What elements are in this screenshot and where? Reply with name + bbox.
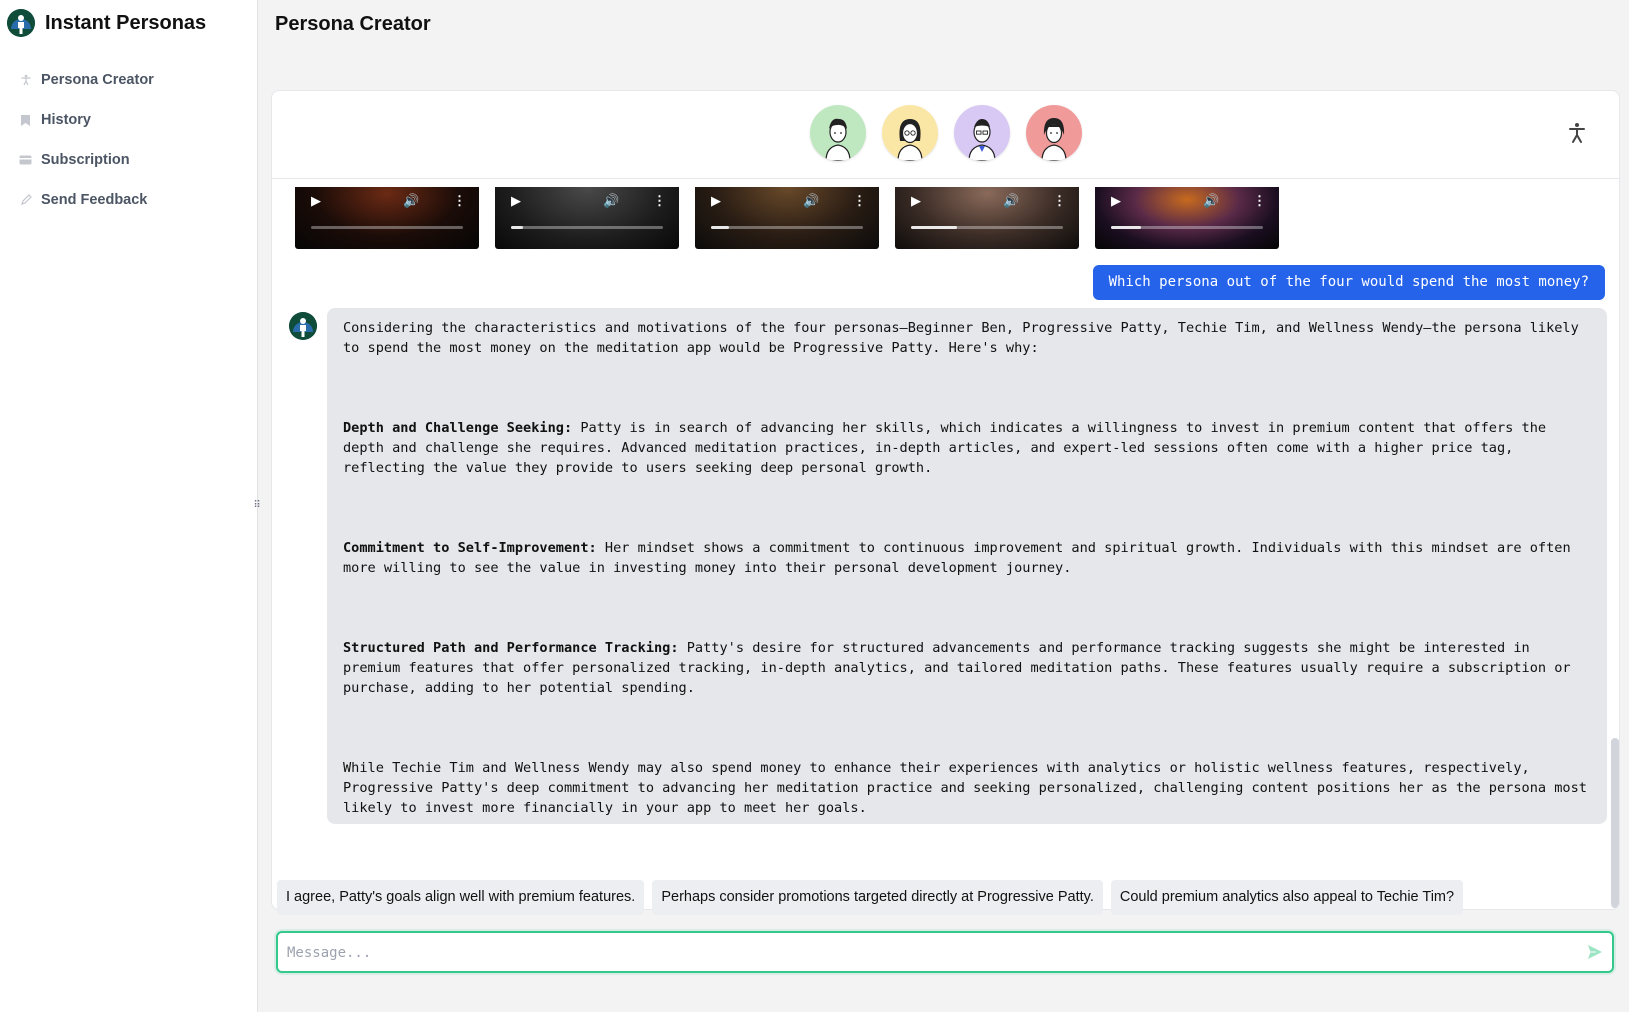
- play-icon[interactable]: ▶: [1111, 193, 1121, 209]
- app-name: Instant Personas: [45, 11, 207, 34]
- chat-panel: ▶ 🔊 ⋮ ▶ 🔊 ⋮ ▶ 🔊 ⋮ ▶ 🔊 ⋮ ▶ 🔊 ⋮ Which pers…: [271, 90, 1620, 910]
- persona-avatars: [810, 105, 1082, 161]
- assistant-message: Considering the characteristics and moti…: [327, 308, 1607, 824]
- video-progress-bar[interactable]: [311, 226, 463, 229]
- suggestion-chip[interactable]: Could premium analytics also appeal to T…: [1110, 880, 1464, 915]
- video-strip: ▶ 🔊 ⋮ ▶ 🔊 ⋮ ▶ 🔊 ⋮ ▶ 🔊 ⋮ ▶ 🔊 ⋮: [295, 187, 1279, 249]
- volume-icon[interactable]: 🔊: [1003, 193, 1019, 209]
- assistant-intro: Considering the characteristics and moti…: [343, 320, 1579, 356]
- page-title: Persona Creator: [275, 13, 431, 35]
- play-icon[interactable]: ▶: [511, 193, 521, 209]
- video-progress-bar[interactable]: [1111, 226, 1263, 229]
- video-player[interactable]: ▶ 🔊 ⋮: [695, 187, 879, 249]
- volume-icon[interactable]: 🔊: [803, 193, 819, 209]
- assistant-point-title: Commitment to Self-Improvement:: [343, 540, 597, 556]
- brand[interactable]: Instant Personas: [0, 0, 257, 46]
- sidebar-item-persona-creator[interactable]: Persona Creator: [0, 60, 257, 100]
- sidebar-item-subscription[interactable]: Subscription: [0, 140, 257, 180]
- sidebar-item-label: Send Feedback: [41, 192, 148, 208]
- accessibility-icon[interactable]: [1565, 121, 1589, 145]
- suggestion-chips: I agree, Patty's goals align well with p…: [277, 880, 1464, 915]
- assistant-point: Commitment to Self-Improvement: Her mind…: [343, 538, 1591, 578]
- persona-avatar-4[interactable]: [1026, 105, 1082, 161]
- send-icon[interactable]: [1586, 943, 1604, 961]
- more-options-icon[interactable]: ⋮: [853, 193, 866, 209]
- more-options-icon[interactable]: ⋮: [1053, 193, 1066, 209]
- video-player[interactable]: ▶ 🔊 ⋮: [495, 187, 679, 249]
- sidebar-item-label: Persona Creator: [41, 72, 154, 88]
- app-logo-icon: [7, 9, 35, 37]
- sidebar-item-label: Subscription: [41, 152, 130, 168]
- play-icon[interactable]: ▶: [711, 193, 721, 209]
- video-progress-bar[interactable]: [511, 226, 663, 229]
- pencil-icon: [19, 194, 32, 207]
- accessibility-icon: [19, 74, 32, 87]
- message-input[interactable]: [287, 942, 1547, 964]
- video-progress-fill: [711, 226, 730, 229]
- assistant-conclusion: While Techie Tim and Wellness Wendy may …: [343, 760, 1587, 816]
- persona-avatar-3[interactable]: [954, 105, 1010, 161]
- video-player[interactable]: ▶ 🔊 ⋮: [295, 187, 479, 249]
- assistant-point: Depth and Challenge Seeking: Patty is in…: [343, 418, 1591, 478]
- video-progress-fill: [511, 226, 524, 229]
- video-progress-fill: [1111, 226, 1142, 229]
- play-icon[interactable]: ▶: [311, 193, 321, 209]
- suggestion-chip[interactable]: Perhaps consider promotions targeted dir…: [652, 880, 1103, 915]
- sidebar: Instant Personas Persona Creator History…: [0, 0, 258, 1012]
- volume-icon[interactable]: 🔊: [1203, 193, 1219, 209]
- suggestion-chip[interactable]: I agree, Patty's goals align well with p…: [277, 880, 645, 915]
- persona-bar: [272, 91, 1619, 179]
- card-icon: [19, 154, 32, 167]
- video-progress-bar[interactable]: [711, 226, 863, 229]
- volume-icon[interactable]: 🔊: [403, 193, 419, 209]
- video-progress-fill: [911, 226, 957, 229]
- chat-scrollbar[interactable]: [1611, 738, 1619, 908]
- persona-avatar-icon: [1041, 118, 1067, 161]
- assistant-point-title: Depth and Challenge Seeking:: [343, 420, 573, 436]
- assistant-point: Structured Path and Performance Tracking…: [343, 638, 1591, 698]
- more-options-icon[interactable]: ⋮: [453, 193, 466, 209]
- assistant-avatar-icon: [289, 312, 317, 340]
- bookmark-icon: [19, 114, 32, 127]
- sidebar-item-send-feedback[interactable]: Send Feedback: [0, 180, 257, 220]
- message-composer: [276, 931, 1614, 973]
- assistant-point-title: Structured Path and Performance Tracking…: [343, 640, 679, 656]
- more-options-icon[interactable]: ⋮: [1253, 193, 1266, 209]
- persona-avatar-icon: [825, 118, 851, 161]
- sidebar-item-label: History: [41, 112, 91, 128]
- more-options-icon[interactable]: ⋮: [653, 193, 666, 209]
- video-progress-bar[interactable]: [911, 226, 1063, 229]
- user-message: Which persona out of the four would spen…: [1092, 265, 1605, 300]
- sidebar-resize-handle-icon[interactable]: ⠿: [253, 499, 261, 513]
- sidebar-nav: Persona Creator History Subscription Sen…: [0, 60, 257, 220]
- persona-avatar-icon: [968, 119, 996, 161]
- video-player[interactable]: ▶ 🔊 ⋮: [895, 187, 1079, 249]
- sidebar-item-history[interactable]: History: [0, 100, 257, 140]
- video-player[interactable]: ▶ 🔊 ⋮: [1095, 187, 1279, 249]
- play-icon[interactable]: ▶: [911, 193, 921, 209]
- persona-avatar-1[interactable]: [810, 105, 866, 161]
- persona-avatar-2[interactable]: [882, 105, 938, 161]
- volume-icon[interactable]: 🔊: [603, 193, 619, 209]
- persona-avatar-icon: [897, 119, 923, 161]
